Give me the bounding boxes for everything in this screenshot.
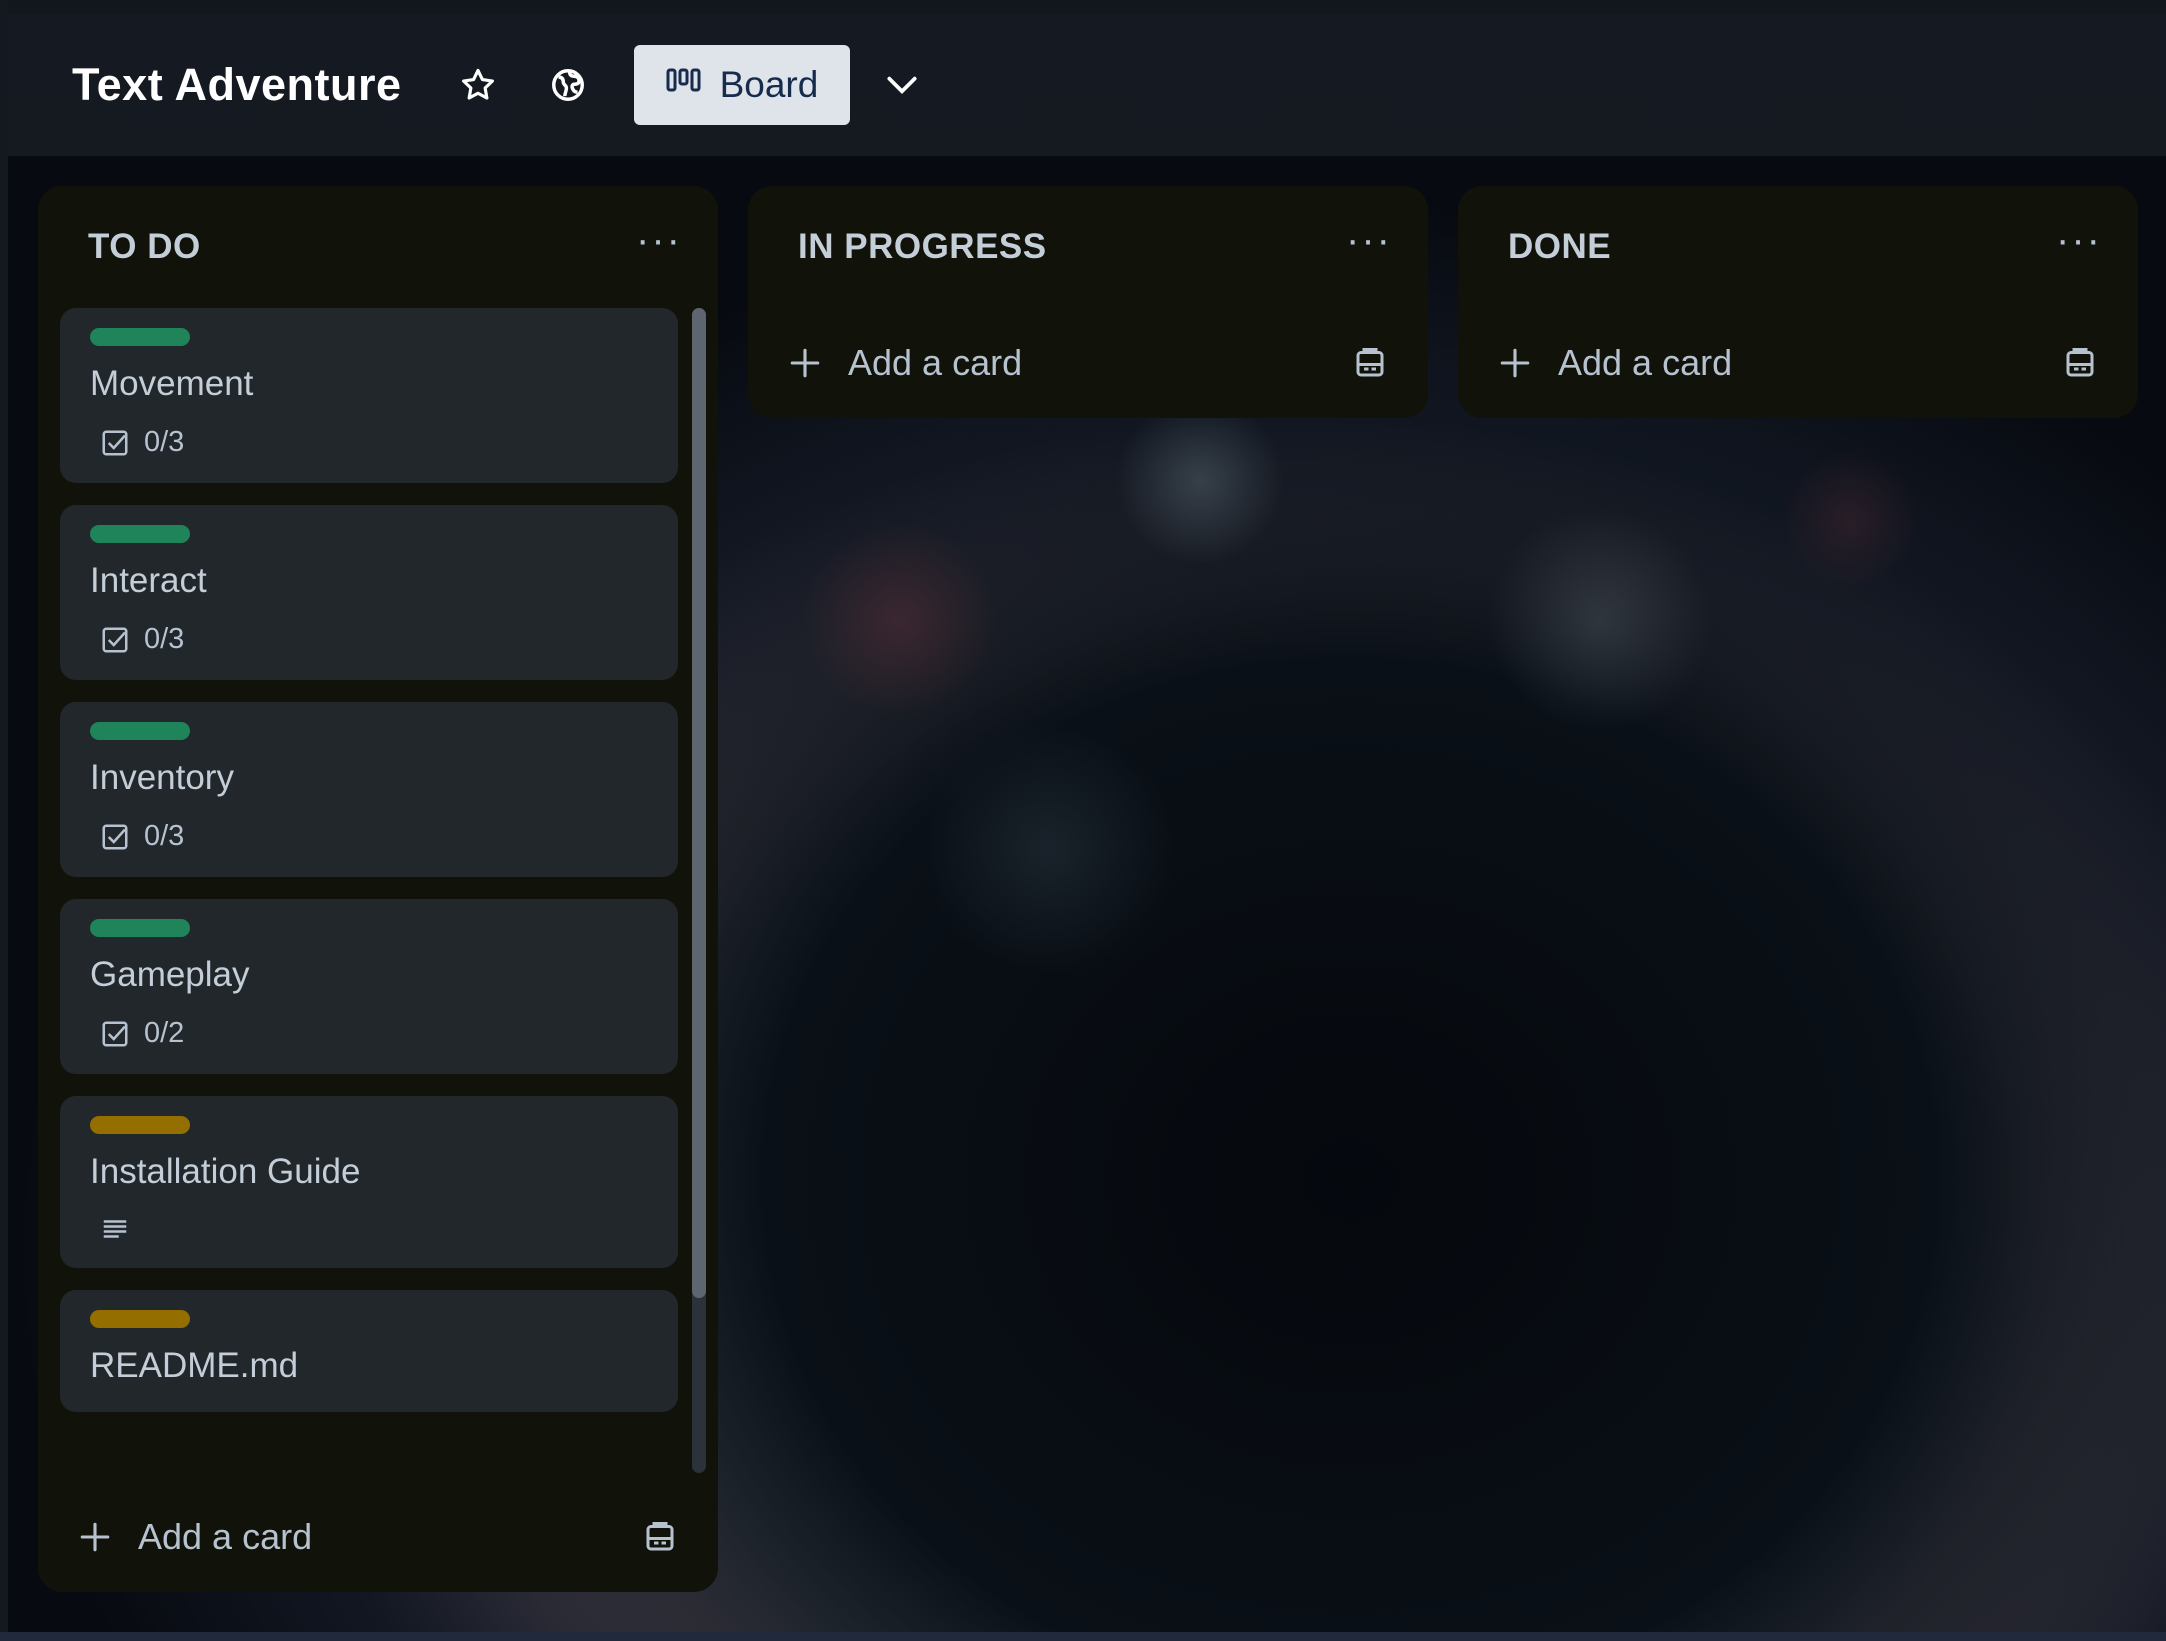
board-header: Text Adventure Board bbox=[8, 14, 2166, 156]
checklist-icon bbox=[102, 430, 128, 455]
card-template-icon[interactable] bbox=[2062, 345, 2098, 381]
card-title: Inventory bbox=[90, 758, 234, 797]
add-card-button[interactable]: Add a card bbox=[1498, 342, 1732, 384]
add-card-row: Add a card bbox=[748, 308, 1428, 418]
card-inventory[interactable]: Inventory 0/3 bbox=[60, 702, 678, 877]
checklist-count: 0/3 bbox=[144, 426, 185, 458]
card-installation-guide[interactable]: Installation Guide bbox=[60, 1096, 678, 1268]
checklist-badge: 0/3 bbox=[100, 820, 648, 853]
board-view-icon bbox=[666, 64, 702, 106]
checklist-badge: 0/2 bbox=[100, 1017, 648, 1050]
card-title: Installation Guide bbox=[90, 1152, 361, 1191]
checklist-count: 0/2 bbox=[144, 1017, 185, 1049]
card-template-icon[interactable] bbox=[1352, 345, 1388, 381]
card-label[interactable] bbox=[90, 525, 190, 543]
card-label[interactable] bbox=[90, 722, 190, 740]
card-label[interactable] bbox=[90, 1116, 190, 1134]
window-left-edge bbox=[0, 0, 8, 1641]
add-card-row: Add a card bbox=[38, 1482, 718, 1592]
checklist-icon bbox=[102, 1021, 128, 1046]
board-view-button[interactable]: Board bbox=[633, 45, 851, 125]
add-card-label: Add a card bbox=[1558, 342, 1733, 383]
card-title: Interact bbox=[90, 561, 207, 600]
plus-icon bbox=[790, 348, 820, 378]
scrollbar-thumb[interactable] bbox=[692, 308, 706, 1298]
checklist-icon bbox=[102, 627, 128, 652]
list-in-progress: IN PROGRESS ··· Add a card bbox=[748, 186, 1428, 418]
globe-icon[interactable] bbox=[538, 55, 598, 115]
description-badge bbox=[100, 1214, 648, 1244]
list-title[interactable]: TO DO bbox=[88, 227, 201, 267]
card-interact[interactable]: Interact 0/3 bbox=[60, 505, 678, 680]
card-gameplay[interactable]: Gameplay 0/2 bbox=[60, 899, 678, 1074]
card-container: Movement 0/3 Interact 0/3 Inventory 0/3 bbox=[38, 308, 718, 1482]
card-label[interactable] bbox=[90, 328, 190, 346]
window-bottom-edge bbox=[0, 1632, 2166, 1641]
card-template-icon[interactable] bbox=[642, 1519, 678, 1555]
plus-icon bbox=[80, 1522, 110, 1552]
list-todo: TO DO ··· Movement 0/3 Interact 0/3 Inve… bbox=[38, 186, 718, 1592]
list-title[interactable]: IN PROGRESS bbox=[798, 227, 1047, 267]
checklist-badge: 0/3 bbox=[100, 623, 648, 656]
list-menu-icon[interactable]: ··· bbox=[636, 220, 682, 260]
card-movement[interactable]: Movement 0/3 bbox=[60, 308, 678, 483]
star-icon[interactable] bbox=[448, 55, 508, 115]
card-label[interactable] bbox=[90, 919, 190, 937]
card-label[interactable] bbox=[90, 1310, 190, 1328]
list-title[interactable]: DONE bbox=[1508, 227, 1611, 267]
add-card-label: Add a card bbox=[848, 342, 1023, 383]
add-card-button[interactable]: Add a card bbox=[78, 1516, 312, 1558]
card-title: Gameplay bbox=[90, 955, 250, 994]
browser-top-edge bbox=[0, 0, 2166, 14]
checklist-count: 0/3 bbox=[144, 820, 185, 852]
list-done: DONE ··· Add a card bbox=[1458, 186, 2138, 418]
chevron-down-icon[interactable] bbox=[872, 55, 932, 115]
list-menu-icon[interactable]: ··· bbox=[1346, 220, 1392, 260]
description-icon bbox=[103, 1220, 127, 1238]
view-label: Board bbox=[719, 64, 819, 105]
list-menu-icon[interactable]: ··· bbox=[2056, 220, 2102, 260]
card-title: Movement bbox=[90, 364, 254, 403]
card-title: README.md bbox=[90, 1346, 299, 1385]
checklist-count: 0/3 bbox=[144, 623, 185, 655]
checklist-badge: 0/3 bbox=[100, 426, 648, 459]
board-title[interactable]: Text Adventure bbox=[72, 59, 402, 111]
add-card-label: Add a card bbox=[138, 1516, 313, 1557]
add-card-row: Add a card bbox=[1458, 308, 2138, 418]
plus-icon bbox=[1500, 348, 1530, 378]
add-card-button[interactable]: Add a card bbox=[788, 342, 1022, 384]
card-readme[interactable]: README.md bbox=[60, 1290, 678, 1412]
checklist-icon bbox=[102, 824, 128, 849]
